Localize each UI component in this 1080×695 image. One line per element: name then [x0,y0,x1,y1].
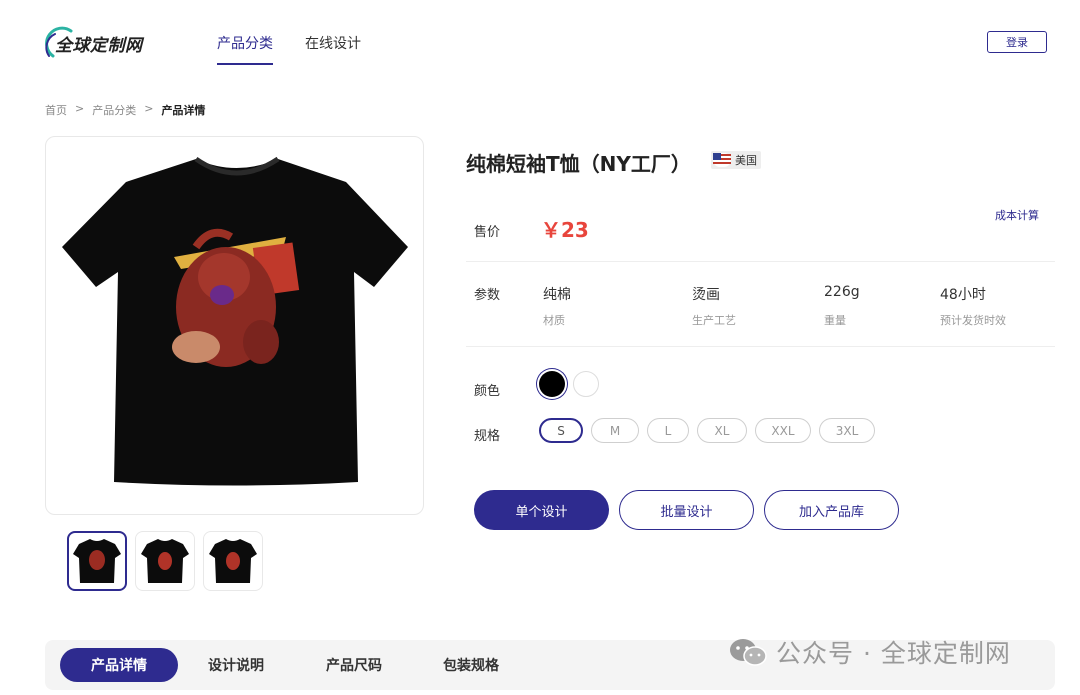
thumbnail-1[interactable] [67,531,127,591]
size-option-m[interactable]: M [591,418,639,443]
product-title: 纯棉短袖T恤（NY工厂） [466,152,691,176]
param-process-value: 烫画 [692,287,720,303]
divider [466,261,1055,262]
logo-text: 全球定制网 [55,35,143,56]
tab-design-notes[interactable]: 设计说明 [190,648,282,682]
size-option-l[interactable]: L [647,418,689,443]
param-material-key: 材质 [543,314,565,327]
size-option-xxl[interactable]: XXL [755,418,811,443]
tab-product-size[interactable]: 产品尺码 [308,648,400,682]
tshirt-image [62,156,408,486]
color-swatch-white[interactable] [573,371,599,397]
tab-packaging[interactable]: 包装规格 [425,648,517,682]
color-swatch-black[interactable] [539,371,565,397]
size-option-xl[interactable]: XL [697,418,747,443]
main-product-image [45,136,424,515]
add-to-library-button[interactable]: 加入产品库 [764,490,899,530]
wechat-icon [730,639,767,666]
nav-product-category[interactable]: 产品分类 [217,33,273,65]
size-options: S M L XL XXL 3XL [539,418,875,443]
thumbnail-list [67,531,263,591]
cost-calc-link[interactable]: 成本计算 [995,207,1039,223]
thumbnail-tshirt-icon [209,539,257,583]
param-shipping-key: 预计发货时效 [940,314,1006,327]
product-detail-page: 全球定制网 产品分类 在线设计 登录 首页 > 产品分类 > 产品详情 纯棉短袖… [0,0,1080,695]
thumbnail-2[interactable] [135,531,195,591]
breadcrumb-category[interactable]: 产品分类 [92,102,136,118]
price-value: ￥23 [541,218,589,242]
thumbnail-tshirt-icon [73,539,121,583]
tab-product-detail[interactable]: 产品详情 [60,648,178,682]
size-option-s[interactable]: S [539,418,583,443]
origin-label: 美国 [735,154,757,167]
breadcrumb-home[interactable]: 首页 [45,102,67,118]
param-shipping-value: 48小时 [940,287,986,303]
wechat-watermark: 公众号 · 全球定制网 [728,634,1011,670]
param-weight-value: 226g [824,284,860,300]
breadcrumb: 首页 > 产品分类 > 产品详情 [45,102,205,118]
breadcrumb-current: 产品详情 [161,104,206,117]
us-flag-icon [713,153,731,167]
watermark-text: 公众号 · 全球定制网 [776,639,1011,668]
nav-online-design[interactable]: 在线设计 [305,33,361,65]
price-label: 售价 [474,225,501,240]
login-button[interactable]: 登录 [987,31,1047,53]
breadcrumb-separator: > [144,102,154,115]
breadcrumb-separator: > [75,102,85,115]
main-nav: 产品分类 在线设计 [217,33,361,65]
divider [466,346,1055,347]
thumbnail-3[interactable] [203,531,263,591]
batch-design-button[interactable]: 批量设计 [619,490,754,530]
site-logo[interactable]: 全球定制网 [45,26,142,60]
single-design-button[interactable]: 单个设计 [474,490,609,530]
params-label: 参数 [474,288,501,303]
size-option-3xl[interactable]: 3XL [819,418,875,443]
size-label: 规格 [474,429,501,444]
param-material-value: 纯棉 [543,287,571,303]
param-process-key: 生产工艺 [692,314,736,327]
color-label: 颜色 [474,384,501,399]
thumbnail-tshirt-icon [141,539,189,583]
param-weight-key: 重量 [824,314,846,327]
origin-badge: 美国 [711,151,761,169]
